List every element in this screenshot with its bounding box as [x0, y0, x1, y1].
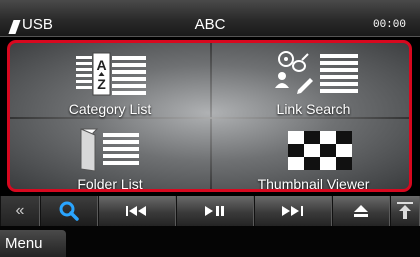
- previous-track-icon: [126, 206, 146, 216]
- menu-bar: Menu: [0, 226, 420, 257]
- folder-list-icon: [80, 128, 139, 172]
- search-type-grid: A Z Category List Link Search Folder Lis…: [7, 40, 412, 192]
- search-icon: [59, 201, 79, 221]
- eject-icon: [354, 205, 368, 217]
- control-bar: «: [0, 196, 420, 226]
- open-panel-icon: [397, 202, 413, 219]
- folder-list-button[interactable]: Folder List: [10, 119, 210, 192]
- clock: 00:00: [372, 19, 406, 31]
- svg-text:Z: Z: [97, 76, 106, 92]
- previous-track-button[interactable]: [98, 196, 176, 226]
- status-bar: USB ABC 00:00: [0, 0, 420, 37]
- next-track-icon: [282, 206, 303, 216]
- thumbnail-viewer-button[interactable]: Thumbnail Viewer: [212, 119, 409, 192]
- eject-button[interactable]: [332, 196, 390, 226]
- track-title: ABC: [194, 16, 226, 33]
- thumbnail-viewer-icon: [288, 131, 352, 170]
- collapse-icon: «: [15, 202, 25, 219]
- category-list-label: Category List: [68, 101, 152, 117]
- play-pause-button[interactable]: [176, 196, 254, 226]
- folder-list-label: Folder List: [77, 176, 143, 192]
- category-list-icon: A Z: [76, 52, 146, 96]
- menu-button[interactable]: Menu: [0, 230, 66, 257]
- search-button[interactable]: [40, 196, 98, 226]
- category-list-button[interactable]: A Z Category List: [10, 43, 210, 117]
- open-panel-button[interactable]: [390, 196, 420, 226]
- link-search-icon: [275, 51, 358, 94]
- svg-text:A: A: [96, 57, 106, 73]
- next-track-button[interactable]: [254, 196, 332, 226]
- link-search-label: Link Search: [276, 101, 351, 117]
- thumbnail-viewer-label: Thumbnail Viewer: [257, 176, 370, 192]
- link-search-button[interactable]: Link Search: [212, 43, 409, 117]
- collapse-button[interactable]: «: [0, 196, 40, 226]
- play-pause-icon: [205, 206, 224, 216]
